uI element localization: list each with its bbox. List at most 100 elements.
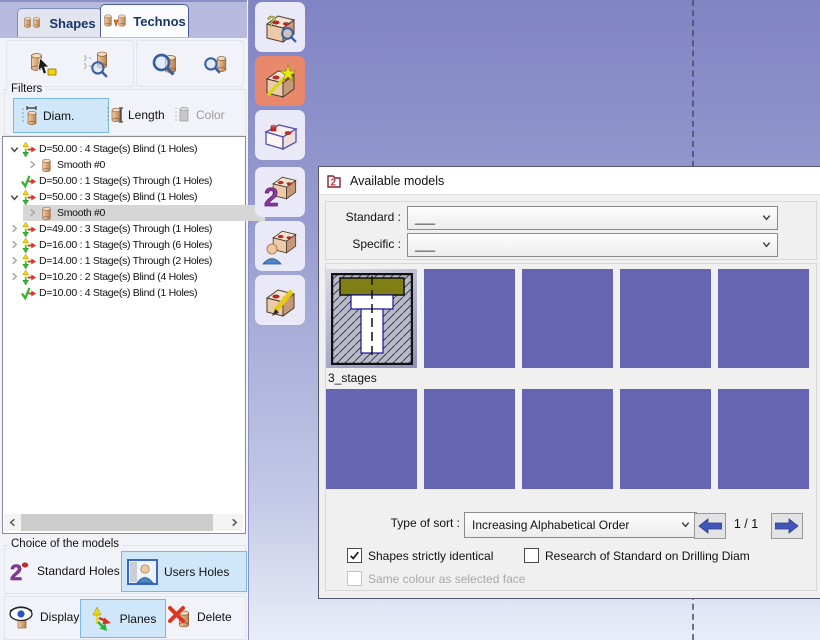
previous-page-button[interactable] <box>694 513 726 539</box>
scroll-right-icon[interactable] <box>226 514 243 531</box>
svg-text:2: 2 <box>331 177 337 188</box>
zoom-out-techno-button[interactable] <box>194 44 236 84</box>
svg-text:2: 2 <box>264 182 278 211</box>
recognize-holes-button[interactable] <box>255 56 305 106</box>
users-holes-icon <box>127 559 158 585</box>
checkbox-shapes-identical-label: Shapes strictly identical <box>368 549 493 563</box>
sort-label: Type of sort : <box>327 516 460 530</box>
tree-row[interactable]: D=50.00 : 1 Stage(s) Through (1 Holes) <box>3 173 247 189</box>
checkbox-same-colour: Same colour as selected face <box>347 571 525 586</box>
tree-row-label: D=10.20 : 2 Stage(s) Blind (4 Holes) <box>39 271 197 283</box>
chevron-down-icon <box>761 239 772 250</box>
sort-dropdown[interactable]: Increasing Alphabetical Order <box>464 512 697 538</box>
users-holes-button[interactable]: Users Holes <box>121 551 247 592</box>
shapes-cylinders-icon <box>23 15 43 31</box>
cylinder-icon <box>39 206 54 221</box>
dialog-title-bar[interactable]: 2 Available models <box>319 167 820 195</box>
standard-holes-label: Standard Holes <box>37 564 120 578</box>
sketch-box-button[interactable] <box>255 110 305 160</box>
planes-button[interactable]: Planes <box>80 599 166 638</box>
checkbox-disabled-icon <box>347 571 362 586</box>
tree-row[interactable]: D=10.00 : 4 Stage(s) Blind (1 Holes) <box>3 285 247 301</box>
tree-row[interactable]: Smooth #0 <box>3 157 265 173</box>
analyze-holes-button[interactable]: ? <box>255 2 305 52</box>
filter-length-label: Length <box>128 108 165 122</box>
tree-row[interactable]: D=10.20 : 2 Stage(s) Blind (4 Holes) <box>3 269 247 285</box>
model-cell-empty[interactable] <box>522 389 613 489</box>
planes-label: Planes <box>120 612 157 626</box>
users-holes-label: Users Holes <box>164 565 229 579</box>
filter-length-button[interactable]: Length <box>106 98 172 131</box>
tree-row-label: D=14.00 : 1 Stage(s) Through (2 Holes) <box>39 255 212 267</box>
edit-holes-button[interactable] <box>255 275 305 325</box>
color-filter-icon <box>174 105 191 125</box>
tree-row[interactable]: D=50.00 : 3 Stage(s) Blind (1 Holes) <box>3 189 247 205</box>
chevron-expanded-icon[interactable] <box>7 191 21 203</box>
standard-holes-button[interactable]: 2 Standard Holes <box>8 553 120 589</box>
model-cell-empty[interactable] <box>620 389 711 489</box>
wizard-block-icon <box>261 62 299 100</box>
tab-technos-label: Technos <box>133 14 186 29</box>
standard-label: Standard : <box>327 210 401 224</box>
techno-toolbar-group-2 <box>136 40 244 87</box>
hole-axes-icon <box>21 238 36 253</box>
tree-row[interactable]: D=16.00 : 1 Stage(s) Through (6 Holes) <box>3 237 247 253</box>
select-techno-button[interactable] <box>21 44 63 84</box>
dialog-title: Available models <box>350 174 444 188</box>
specific-label: Specific : <box>327 237 401 251</box>
checkbox-checked-icon[interactable] <box>347 548 362 563</box>
chevron-collapsed-icon[interactable] <box>26 158 38 172</box>
model-cell-empty[interactable] <box>620 269 711 368</box>
tree-row[interactable]: D=50.00 : 4 Stage(s) Blind (1 Holes) <box>3 141 247 157</box>
user-holes-tool-button[interactable] <box>255 221 305 271</box>
checkbox-research-standard-label: Research of Standard on Drilling Diam <box>545 549 750 563</box>
standard-holes-icon: 2 <box>8 559 32 583</box>
chevron-collapsed-icon[interactable] <box>8 238 20 252</box>
model-cell-empty[interactable] <box>326 389 417 489</box>
tree-row-selected[interactable]: Smooth #0 <box>3 205 265 221</box>
chevron-collapsed-icon[interactable] <box>26 206 38 220</box>
model-cell-empty[interactable] <box>718 389 809 489</box>
chevron-collapsed-icon[interactable] <box>8 270 20 284</box>
tab-shapes[interactable]: Shapes <box>17 8 102 37</box>
tree-row[interactable]: D=49.00 : 3 Stage(s) Through (1 Holes) <box>3 221 247 237</box>
model-cell-empty[interactable] <box>718 269 809 368</box>
specific-dropdown[interactable]: ___ <box>407 233 778 257</box>
zoom-out-magnifier-icon <box>201 50 229 78</box>
tree-row-label: D=50.00 : 1 Stage(s) Through (1 Holes) <box>39 175 212 187</box>
model-cell-empty[interactable] <box>424 269 515 368</box>
techno-toolbar-group-1 <box>6 40 134 87</box>
filter-color-button[interactable]: Color <box>174 98 240 131</box>
delete-button[interactable]: Delete <box>167 601 232 633</box>
next-page-button[interactable] <box>771 513 803 539</box>
checkbox-shapes-identical[interactable]: Shapes strictly identical <box>347 548 493 563</box>
standard-dropdown[interactable]: ___ <box>407 206 778 230</box>
model-cell-empty[interactable] <box>522 269 613 368</box>
scrollbar-thumb[interactable] <box>21 514 213 531</box>
page-indicator: 1 / 1 <box>724 517 768 531</box>
chevron-collapsed-icon[interactable] <box>8 254 20 268</box>
choice-group-label: Choice of the models <box>8 538 122 550</box>
chevron-none <box>7 287 21 299</box>
hole-axes-icon <box>21 190 36 205</box>
search-techno-button[interactable] <box>77 44 119 84</box>
edit-pencil-block-icon <box>261 281 299 319</box>
checkbox-research-standard[interactable]: Research of Standard on Drilling Diam <box>524 548 750 563</box>
standard-holes-tool-button[interactable]: 2 <box>255 167 305 217</box>
chevron-collapsed-icon[interactable] <box>8 222 20 236</box>
tree-row[interactable]: D=14.00 : 1 Stage(s) Through (2 Holes) <box>3 253 247 269</box>
model-cell-empty[interactable] <box>424 389 515 489</box>
eye-icon <box>8 604 36 630</box>
tree-horizontal-scrollbar[interactable] <box>4 514 243 531</box>
chevron-expanded-icon[interactable] <box>7 143 21 155</box>
checkbox-unchecked-icon[interactable] <box>524 548 539 563</box>
tab-technos[interactable]: Technos <box>100 4 189 37</box>
model-name-label: 3_stages <box>328 371 377 385</box>
scroll-left-icon[interactable] <box>4 514 21 531</box>
display-button[interactable]: Display <box>8 601 79 633</box>
zoom-in-techno-button[interactable] <box>144 44 186 84</box>
cylinder-icon <box>39 158 54 173</box>
arrow-left-icon <box>698 518 722 534</box>
filter-diameter-button[interactable]: Diam. <box>13 98 109 133</box>
model-cell-selected[interactable] <box>326 269 417 368</box>
